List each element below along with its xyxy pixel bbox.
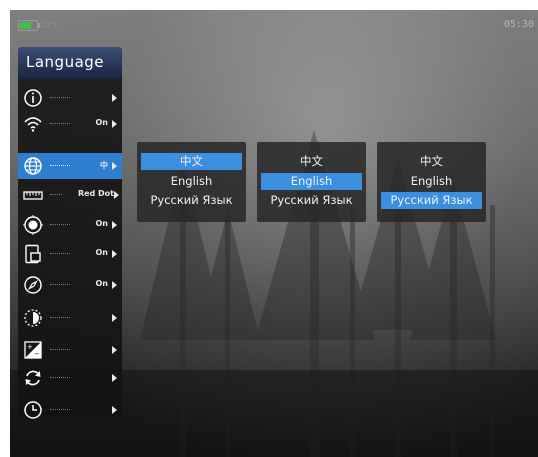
menu-item-value: On [95,279,109,288]
menu-item-restore[interactable] [18,365,122,391]
refresh-icon [25,370,41,386]
brightness-icon [23,215,43,235]
option-english[interactable]: English [141,173,242,190]
chevron-right-icon [112,281,117,289]
menu-item-value: Red Dot [77,189,114,198]
option-english[interactable]: English [381,173,482,190]
svg-text:−: − [34,350,40,358]
ruler-icon [23,191,43,200]
clock-icon [24,401,42,419]
wifi-icon [24,117,42,132]
chevron-right-icon [112,346,117,354]
chevron-right-icon [114,191,119,199]
menu-item-language[interactable]: 中 [18,153,122,179]
option-russian[interactable]: Русский Язык [381,192,482,209]
chevron-right-icon [112,120,117,128]
language-panel-english-selected: 中文 English Русский Язык [257,142,366,222]
svg-text:+: + [27,343,33,351]
menu-item-value: On [95,248,109,257]
half-circle-icon [24,309,42,327]
menu-item-compass[interactable]: On [18,272,122,298]
option-chinese[interactable]: 中文 [141,153,242,170]
menu-header: Language [18,47,122,79]
menu-item-brightness[interactable]: On [18,212,122,238]
battery-icon [18,20,40,31]
menu-item-pip[interactable]: On [18,241,122,267]
option-chinese[interactable]: 中文 [261,153,362,170]
menu-item-value: On [95,219,109,228]
compass-icon [24,276,42,294]
chevron-right-icon [112,406,117,414]
chevron-right-icon [112,314,117,322]
option-english[interactable]: English [261,173,362,190]
info-icon [24,89,42,107]
chevron-right-icon [112,94,117,102]
battery-percentage: 53% [40,20,58,29]
clock-time: 05:30 [503,19,534,30]
language-panel-russian-selected: 中文 English Русский Язык [377,142,486,222]
menu-item-time[interactable] [18,397,122,423]
settings-menu: Language On 中 Red Dot On On On + − [18,47,122,419]
chevron-right-icon [112,374,117,382]
menu-item-value: 中 [100,161,108,170]
device-screen: 53% 05:30 Language On 中 Red Dot On On On… [10,10,538,457]
picture-in-picture-icon [25,244,41,264]
menu-item-reticle[interactable]: Red Dot [18,182,122,208]
menu-item-display-mode[interactable] [18,305,122,331]
chevron-right-icon [112,221,117,229]
menu-item-contrast[interactable]: + − [18,337,122,363]
menu-item-wifi[interactable]: On [18,111,122,137]
chevron-right-icon [112,250,117,258]
language-panel-chinese-selected: 中文 English Русский Язык [137,142,246,222]
menu-item-value: On [95,118,109,127]
contrast-icon: +− [24,341,42,359]
option-russian[interactable]: Русский Язык [141,192,242,209]
menu-title: Language [26,53,105,71]
menu-item-info[interactable] [18,85,122,111]
chevron-right-icon [112,162,117,170]
globe-icon [24,157,42,175]
option-chinese[interactable]: 中文 [381,153,482,170]
option-russian[interactable]: Русский Язык [261,192,362,209]
